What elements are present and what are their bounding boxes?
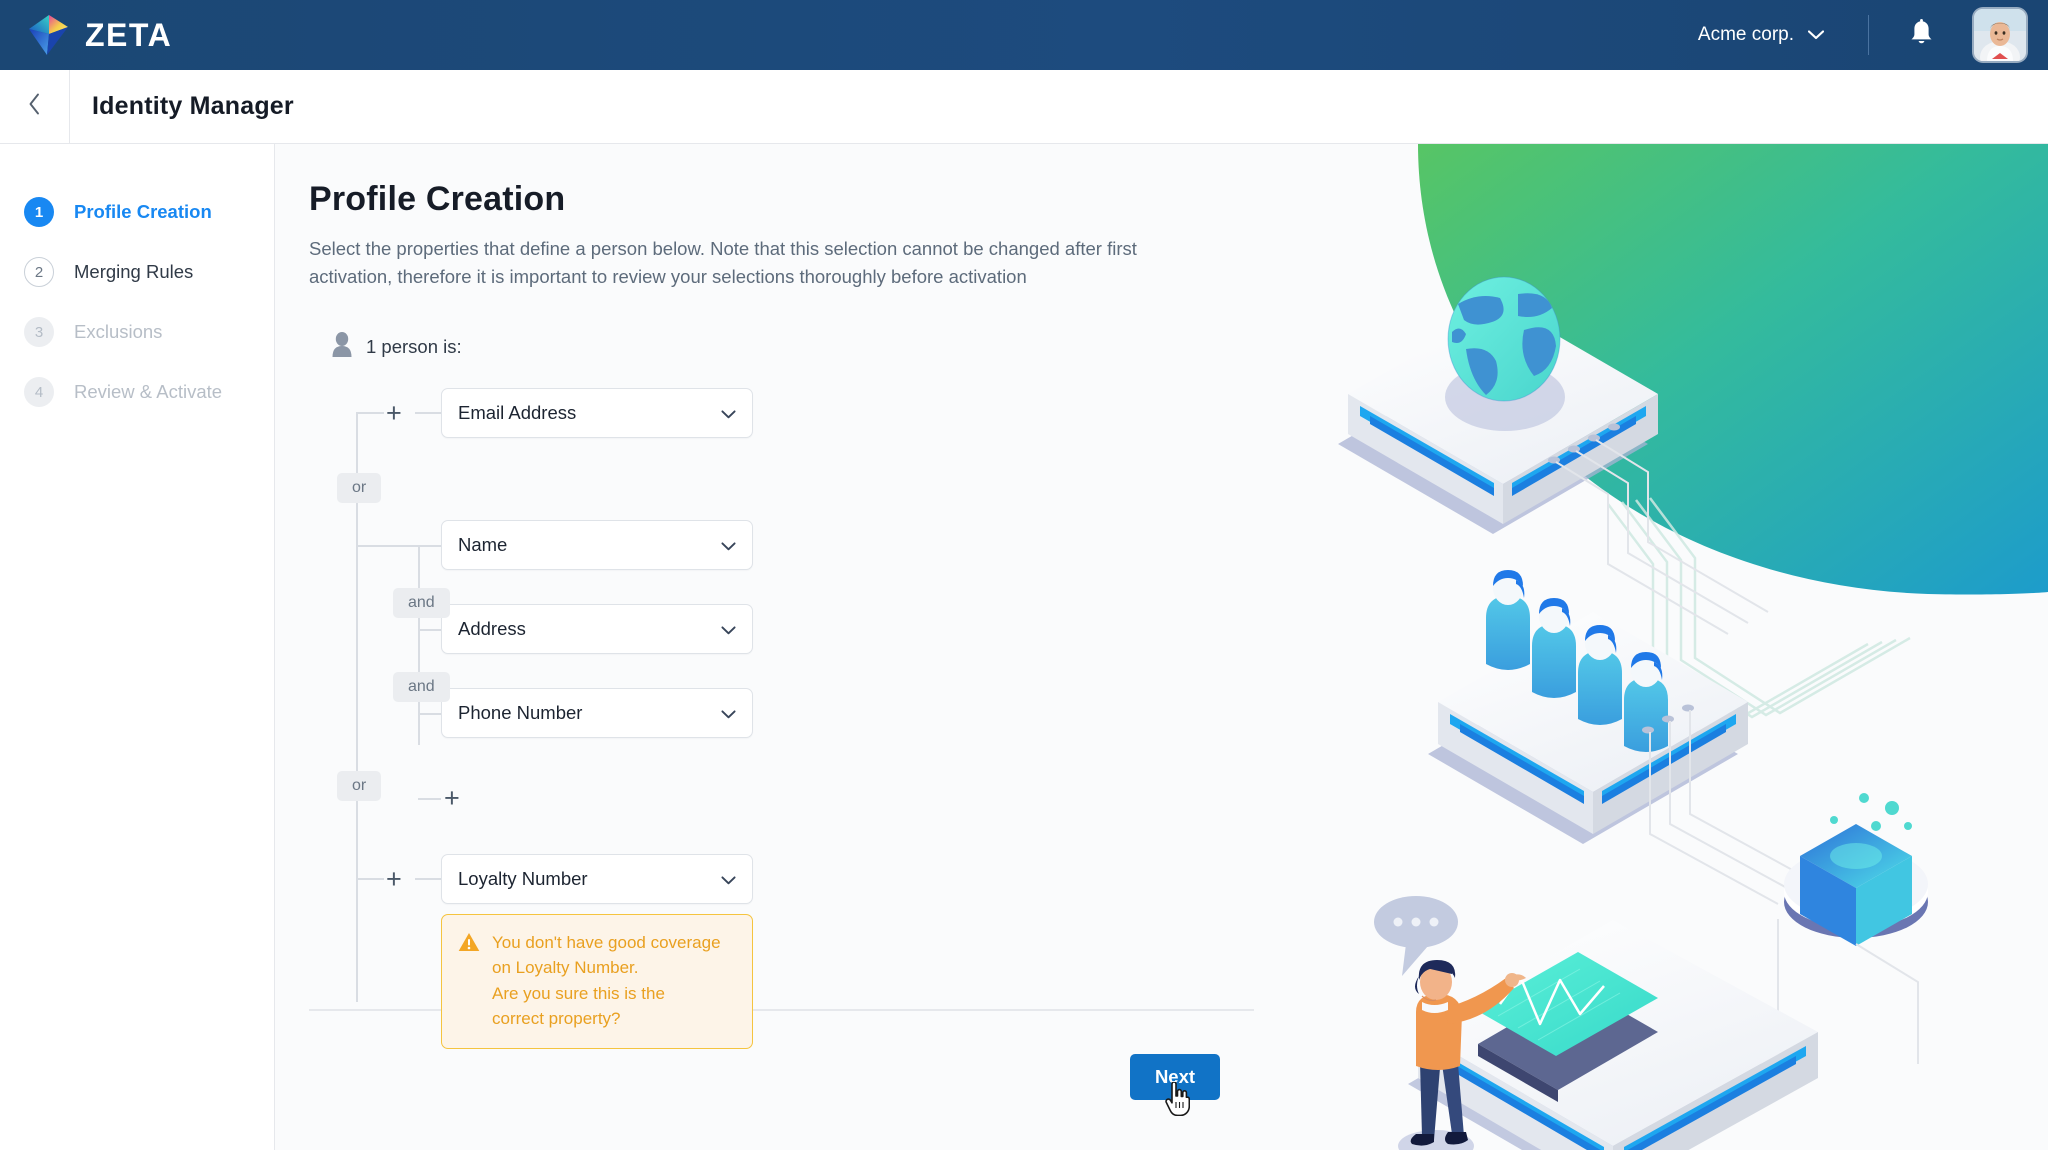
tree-connector: [356, 878, 384, 880]
person-count-label: 1 person is:: [366, 335, 462, 357]
add-condition-button-and-group[interactable]: +: [444, 785, 460, 812]
sidebar-item-merging-rules[interactable]: 2 Merging Rules: [0, 242, 274, 302]
property-select-value: Name: [458, 534, 508, 556]
tree-connector: [356, 545, 418, 547]
isometric-identity-network-illustration-icon: [1308, 144, 2048, 1150]
tree-connector: [418, 798, 441, 800]
sidebar-item-label: Profile Creation: [74, 201, 212, 222]
step-number-badge: 4: [24, 377, 54, 407]
warning-message: You don't have good coverage on Loyalty …: [492, 930, 721, 1031]
property-select-value: Address: [458, 618, 526, 640]
tree-connector: [415, 878, 441, 880]
warning-line-4: correct property?: [492, 1008, 621, 1028]
person-definition-row: 1 person is:: [331, 331, 1335, 362]
page-header: Identity Manager: [0, 69, 2048, 144]
chevron-down-icon: [721, 868, 736, 890]
warning-triangle-icon: [458, 932, 480, 1031]
tree-connector: [418, 629, 441, 631]
chevron-left-icon: [28, 93, 41, 120]
sidebar-item-label: Exclusions: [74, 321, 163, 342]
warning-line-3: Are you sure this is the: [492, 983, 665, 1003]
sidebar-item-label: Review & Activate: [74, 381, 223, 402]
chevron-down-icon: [721, 618, 736, 640]
chevron-down-icon: [721, 402, 736, 424]
chevron-down-icon: [1807, 24, 1825, 46]
nav-divider: [1868, 15, 1869, 55]
profile-creation-panel: Profile Creation Select the properties t…: [275, 144, 1335, 1060]
property-select-value: Phone Number: [458, 702, 583, 724]
page-title: Identity Manager: [92, 92, 294, 120]
next-button[interactable]: Next: [1130, 1054, 1220, 1100]
brand-logo[interactable]: ZETA: [25, 12, 172, 58]
property-select-address[interactable]: Address: [441, 604, 753, 655]
sidebar-item-exclusions[interactable]: 3 Exclusions: [0, 302, 274, 362]
operator-badge-or-2[interactable]: or: [337, 771, 382, 802]
org-switcher[interactable]: Acme corp.: [1688, 16, 1834, 54]
property-select-name[interactable]: Name: [441, 520, 753, 571]
warning-line-1: You don't have good coverage: [492, 933, 721, 953]
rule-builder-tree: + Email Address or Name and Address and …: [331, 380, 1091, 1060]
property-select-email-address[interactable]: Email Address: [441, 388, 753, 439]
property-select-value: Email Address: [458, 402, 577, 424]
sidebar-item-review-activate[interactable]: 4 Review & Activate: [0, 362, 274, 422]
add-condition-button-row5[interactable]: +: [386, 866, 402, 893]
notification-bell-icon[interactable]: [1903, 13, 1940, 58]
operator-badge-or-1[interactable]: or: [337, 473, 382, 504]
tree-connector: [356, 412, 384, 414]
sidebar-item-profile-creation[interactable]: 1 Profile Creation: [0, 182, 274, 242]
property-select-phone-number[interactable]: Phone Number: [441, 688, 753, 739]
step-number-badge: 2: [24, 257, 54, 287]
zeta-diamond-logo-icon: [25, 12, 71, 58]
coverage-warning-box: You don't have good coverage on Loyalty …: [441, 914, 753, 1049]
org-name: Acme corp.: [1697, 24, 1794, 45]
main-content-area: Profile Creation Select the properties t…: [275, 144, 2048, 1150]
property-select-value: Loyalty Number: [458, 868, 588, 890]
and-group-spine: [418, 545, 420, 746]
warning-line-2: on Loyalty Number.: [492, 958, 639, 978]
wizard-sidebar: 1 Profile Creation 2 Merging Rules 3 Exc…: [0, 144, 275, 1150]
tree-connector: [415, 412, 441, 414]
sidebar-item-label: Merging Rules: [74, 261, 194, 282]
chevron-down-icon: [721, 534, 736, 556]
add-condition-button-row1[interactable]: +: [386, 400, 402, 427]
top-navigation-bar: ZETA Acme corp.: [0, 0, 2048, 70]
tree-connector: [418, 713, 441, 715]
brand-name: ZETA: [85, 16, 173, 53]
avatar[interactable]: [1974, 9, 2026, 61]
property-select-loyalty-number[interactable]: Loyalty Number: [441, 854, 753, 905]
operator-badge-and-2[interactable]: and: [393, 672, 450, 703]
operator-badge-and-1[interactable]: and: [393, 588, 450, 619]
nav-right-group: Acme corp.: [1688, 0, 2026, 70]
tree-connector: [418, 545, 441, 547]
chevron-down-icon: [721, 702, 736, 724]
back-button[interactable]: [0, 69, 70, 144]
section-title: Profile Creation: [309, 180, 566, 218]
section-description: Select the properties that define a pers…: [309, 238, 1137, 288]
step-number-badge: 3: [24, 317, 54, 347]
step-number-badge: 1: [24, 197, 54, 227]
app-shell: 1 Profile Creation 2 Merging Rules 3 Exc…: [0, 144, 2048, 1150]
person-silhouette-icon: [331, 331, 353, 362]
